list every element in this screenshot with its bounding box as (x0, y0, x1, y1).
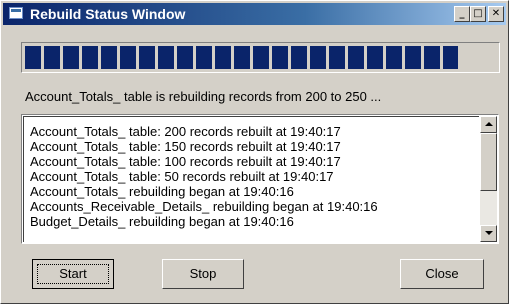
stop-button-label: Stop (189, 266, 217, 281)
minimize-button[interactable]: _ (454, 6, 470, 22)
close-button-label: Close (425, 266, 459, 281)
focus-rectangle (37, 264, 109, 284)
status-text: Account_Totals_ table is rebuilding reco… (25, 89, 382, 104)
maximize-button[interactable]: □ (470, 6, 486, 22)
rebuild-status-window: Rebuild Status Window _ □ ✕ Account_Tota… (0, 0, 509, 304)
close-window-button[interactable]: ✕ (488, 6, 504, 22)
list-item[interactable]: Account_Totals_ table: 50 records rebuil… (30, 169, 334, 184)
list-item[interactable]: Budget_Details_ rebuilding began at 19:4… (30, 214, 294, 229)
list-item[interactable]: Account_Totals_ table: 150 records rebui… (30, 139, 341, 154)
progress-bar (21, 42, 500, 73)
list-item[interactable]: Accounts_Receivable_Details_ rebuilding … (30, 199, 378, 214)
scroll-up-button[interactable] (480, 116, 497, 133)
scroll-down-button[interactable] (480, 225, 497, 242)
list-item[interactable]: Account_Totals_ rebuilding began at 19:4… (30, 184, 294, 199)
list-item[interactable]: Account_Totals_ table: 100 records rebui… (30, 154, 341, 169)
window-title: Rebuild Status Window (30, 6, 186, 22)
log-viewport: Account_Totals_ table: 200 records rebui… (23, 116, 479, 242)
start-button[interactable]: Start (32, 259, 114, 289)
close-button[interactable]: Close (400, 259, 484, 289)
log-scrollbar[interactable] (480, 116, 497, 242)
arrow-down-icon (485, 231, 493, 235)
list-item[interactable]: Account_Totals_ table: 200 records rebui… (30, 124, 341, 139)
window-app-icon (9, 7, 23, 19)
title-bar[interactable]: Rebuild Status Window _ □ ✕ (3, 3, 506, 25)
scrollbar-thumb[interactable] (480, 133, 497, 191)
rebuild-log-list[interactable]: Account_Totals_ table: 200 records rebui… (21, 114, 499, 244)
stop-button[interactable]: Stop (162, 259, 244, 289)
arrow-up-icon (485, 122, 493, 126)
progress-fill (25, 46, 458, 69)
